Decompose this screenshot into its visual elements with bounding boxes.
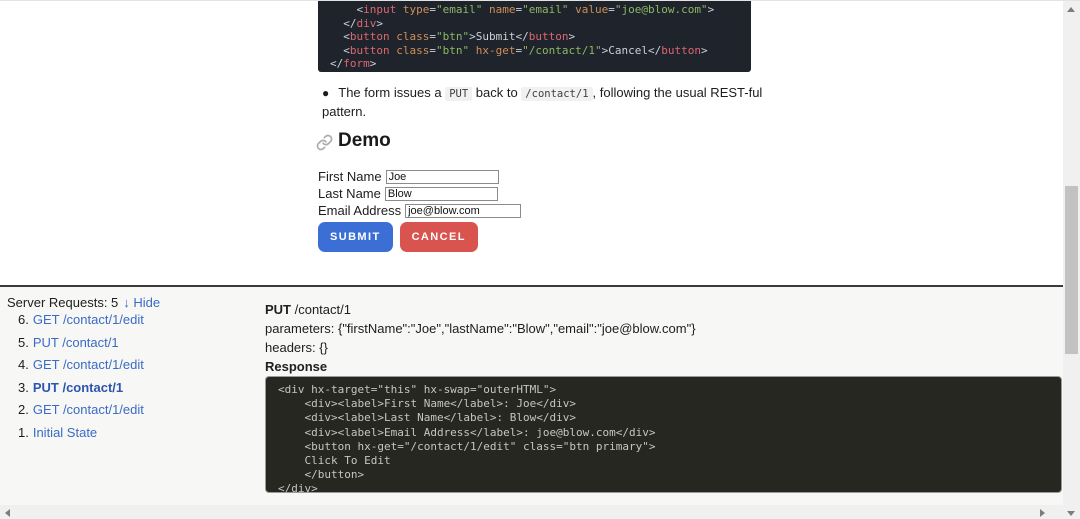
request-method-line: PUT /contact/1 (265, 300, 1062, 319)
first-name-input[interactable] (386, 170, 499, 184)
demo-heading-label: Demo (338, 130, 391, 152)
request-detail: PUT /contact/1 parameters: {"firstName":… (265, 300, 1062, 493)
scroll-right-icon[interactable] (1040, 509, 1045, 517)
request-link[interactable]: Initial State (33, 425, 97, 440)
request-item-selected: 3.PUT /contact/1 (18, 380, 144, 403)
server-requests-header: Server Requests: 5 ↓ Hide (7, 295, 160, 310)
cancel-button[interactable]: CANCEL (400, 222, 478, 252)
request-link[interactable]: GET /contact/1/edit (33, 357, 144, 372)
last-name-input[interactable] (385, 187, 498, 201)
email-label: Email Address (318, 203, 401, 218)
email-input[interactable] (405, 204, 521, 218)
edit-form-code-block: <input type="email" name="email" value="… (318, 1, 751, 72)
scroll-left-icon[interactable] (5, 509, 10, 517)
inline-code-put: PUT (445, 87, 472, 101)
vertical-scrollbar[interactable] (1063, 1, 1080, 519)
response-label: Response (265, 357, 1062, 376)
horizontal-scrollbar[interactable] (0, 505, 1063, 519)
hide-link[interactable]: ↓ Hide (123, 295, 160, 310)
first-name-row: First Name (318, 168, 521, 185)
request-list: 6.GET /contact/1/edit 5.PUT /contact/1 4… (18, 312, 144, 447)
last-name-label: Last Name (318, 186, 381, 201)
server-requests-title: Server Requests: 5 (7, 295, 118, 310)
page: <input type="email" name="email" value="… (0, 0, 1080, 519)
form-buttons: SUBMIT CANCEL (318, 222, 478, 252)
request-item: 1.Initial State (18, 425, 144, 448)
request-item: 2.GET /contact/1/edit (18, 402, 144, 425)
request-item: 5.PUT /contact/1 (18, 335, 144, 358)
request-item: 6.GET /contact/1/edit (18, 312, 144, 335)
inline-code-contact-url: /contact/1 (521, 87, 592, 101)
note-text: The form issues a PUT back to /contact/1… (322, 85, 762, 119)
scroll-down-icon[interactable] (1067, 511, 1075, 516)
last-name-row: Last Name (318, 185, 521, 202)
response-code-block: <div hx-target="this" hx-swap="outerHTML… (265, 376, 1062, 493)
first-name-label: First Name (318, 169, 382, 184)
demo-heading: Demo (316, 130, 391, 152)
server-requests-panel: Server Requests: 5 ↓ Hide 6.GET /contact/… (0, 287, 1063, 506)
request-parameters-line: parameters: {"firstName":"Joe","lastName… (265, 319, 1062, 338)
scroll-up-icon[interactable] (1067, 7, 1075, 12)
email-row: Email Address (318, 202, 521, 219)
request-link[interactable]: GET /contact/1/edit (33, 312, 144, 327)
submit-button[interactable]: SUBMIT (318, 222, 393, 252)
request-headers-line: headers: {} (265, 338, 1062, 357)
note-bullet: ●The form issues a PUT back to /contact/… (322, 84, 792, 120)
request-link[interactable]: PUT /contact/1 (33, 380, 123, 395)
link-icon[interactable] (316, 134, 333, 151)
demo-form: First Name Last Name Email Address (318, 168, 521, 219)
vertical-scrollbar-thumb[interactable] (1065, 186, 1078, 354)
request-link[interactable]: PUT /contact/1 (33, 335, 119, 350)
bullet-dot-icon: ● (322, 86, 329, 100)
request-link[interactable]: GET /contact/1/edit (33, 402, 144, 417)
request-item: 4.GET /contact/1/edit (18, 357, 144, 380)
